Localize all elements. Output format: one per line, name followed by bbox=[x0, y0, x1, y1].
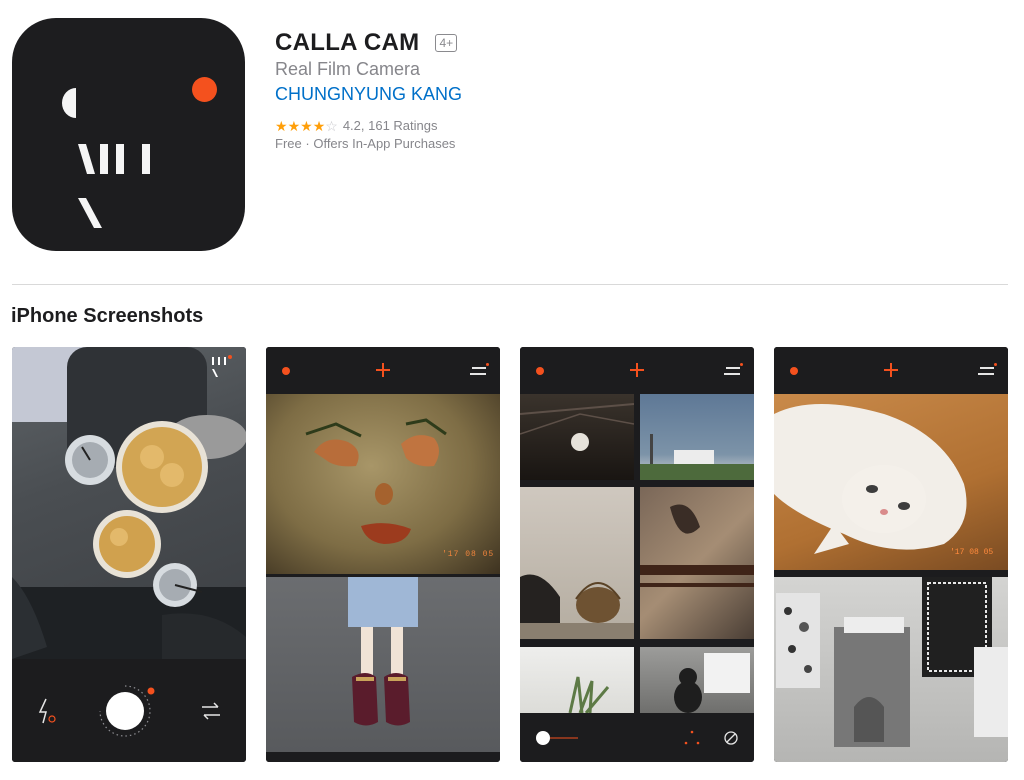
flash-icon[interactable] bbox=[36, 697, 60, 725]
popcorn-scene bbox=[12, 347, 246, 659]
star-empty-icon: ☆ bbox=[325, 117, 338, 134]
record-dot bbox=[536, 367, 544, 375]
top-bar bbox=[520, 347, 754, 394]
photo-popcorn bbox=[12, 347, 246, 659]
record-dot bbox=[282, 367, 290, 375]
app-subtitle: Real Film Camera bbox=[275, 59, 421, 79]
switch-camera-icon[interactable] bbox=[198, 699, 224, 723]
star-icon: ★ bbox=[275, 117, 288, 134]
photo-grid-1 bbox=[520, 394, 634, 480]
books-scene bbox=[776, 577, 1008, 747]
plus-icon[interactable] bbox=[630, 363, 644, 377]
photo-shoes bbox=[266, 577, 500, 762]
divider bbox=[12, 284, 1008, 285]
date-stamp: '17 08 05 bbox=[442, 550, 494, 559]
developer-link[interactable]: CHUNGNYUNG KANG bbox=[275, 84, 462, 105]
shutter-icon[interactable] bbox=[99, 681, 159, 741]
bottom-controls bbox=[520, 713, 754, 762]
app-logo-mini-icon bbox=[212, 355, 232, 377]
star-rating: ★ ★ ★ ★ ☆ bbox=[275, 119, 338, 133]
rating-row: ★ ★ ★ ★ ☆ 4.2, 161 Ratings bbox=[275, 118, 438, 133]
age-rating-badge: 4+ bbox=[435, 34, 458, 52]
filter-dots-icon[interactable] bbox=[683, 729, 701, 747]
in-app-purchases: Offers In-App Purchases bbox=[313, 136, 456, 151]
screenshot-4[interactable]: '17 08 05 bbox=[774, 347, 1008, 762]
menu-icon[interactable] bbox=[724, 363, 743, 375]
photo-grid-4 bbox=[640, 487, 754, 639]
rating-text: 4.2, 161 Ratings bbox=[342, 118, 438, 133]
photo-cat: '17 08 05 bbox=[774, 394, 1008, 570]
menu-icon[interactable] bbox=[978, 363, 997, 375]
price-separator: · bbox=[305, 136, 310, 151]
screenshot-2[interactable]: '17 08 05 bbox=[266, 347, 500, 762]
cancel-icon[interactable] bbox=[722, 729, 740, 747]
photo-books bbox=[774, 577, 1008, 762]
camera-controls bbox=[12, 659, 246, 762]
app-title: CALLA CAM bbox=[275, 29, 420, 56]
shoes-scene bbox=[348, 577, 418, 726]
shrimp-scene: '17 08 05 bbox=[305, 418, 494, 559]
price-row: Free · Offers In-App Purchases bbox=[275, 136, 455, 151]
screenshot-1[interactable] bbox=[12, 347, 246, 762]
price: Free bbox=[275, 136, 302, 151]
plus-icon[interactable] bbox=[884, 363, 898, 377]
title-row: CALLA CAM 4+ bbox=[275, 29, 458, 57]
app-icon bbox=[12, 18, 245, 251]
date-stamp: '17 08 05 bbox=[950, 548, 993, 557]
star-icon: ★ bbox=[312, 117, 326, 134]
top-bar bbox=[774, 347, 1008, 394]
app-logo-icon bbox=[62, 88, 150, 228]
star-icon: ★ bbox=[287, 117, 301, 134]
menu-icon[interactable] bbox=[470, 363, 489, 375]
photo-grid-2 bbox=[640, 394, 754, 480]
section-title: iPhone Screenshots bbox=[11, 305, 204, 327]
star-icon: ★ bbox=[300, 117, 313, 134]
photo-grid-6 bbox=[640, 647, 754, 713]
plus-icon[interactable] bbox=[376, 363, 390, 377]
photo-grid-3 bbox=[520, 487, 634, 639]
photo-grid-5 bbox=[520, 647, 634, 713]
cat-scene: '17 08 05 bbox=[774, 404, 993, 557]
photo-shrimp: '17 08 05 bbox=[266, 394, 500, 574]
top-bar bbox=[266, 347, 500, 394]
record-dot bbox=[790, 367, 798, 375]
exposure-slider[interactable] bbox=[534, 728, 594, 748]
screenshot-3[interactable] bbox=[520, 347, 754, 762]
